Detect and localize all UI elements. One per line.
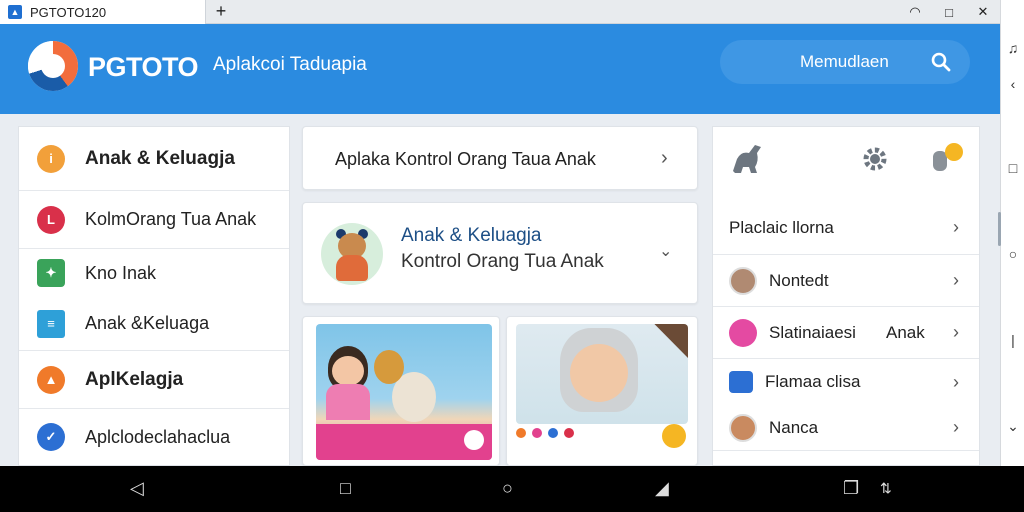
chevron-right-icon: › bbox=[953, 322, 959, 342]
right-item-label: Slatinaiaesi bbox=[769, 322, 856, 342]
left-menu-label: Kno Inak bbox=[85, 262, 157, 283]
divider-icon: | bbox=[1011, 332, 1015, 348]
tab-title: PGTOTO120 bbox=[30, 4, 107, 20]
right-list-item[interactable]: Placlaic llorna › bbox=[713, 201, 979, 255]
header-subtitle: Aplakcoi Taduapia bbox=[213, 54, 367, 75]
back-chevron-icon[interactable]: ‹ bbox=[1001, 76, 1024, 92]
flower-icon bbox=[729, 318, 757, 347]
image-icon bbox=[729, 371, 753, 393]
chevron-right-icon: › bbox=[953, 217, 959, 237]
left-menu-label: KolmOrang Tua Anak bbox=[85, 209, 257, 229]
system-nav-bar: ◁ □ ○ ◢ ❐ ⇅ bbox=[0, 466, 1024, 512]
right-item-label: Nontedt bbox=[769, 270, 829, 290]
app-favicon-icon: ▲ bbox=[8, 5, 22, 19]
search-bar[interactable]: Memudlaen bbox=[720, 40, 970, 84]
teddy-bear-avatar bbox=[321, 223, 383, 285]
right-item-label: Flamaa clisa bbox=[765, 372, 861, 391]
parental-control-card[interactable]: Aplaka Kontrol Orang Taua Anak › bbox=[302, 126, 698, 190]
chevron-right-icon: › bbox=[953, 417, 959, 437]
left-menu-item[interactable]: ✦ Kno Inak bbox=[19, 249, 289, 297]
new-tab-button[interactable]: + bbox=[212, 0, 230, 24]
info-icon: i bbox=[37, 144, 65, 173]
feature-card[interactable]: Anak & Keluagja Kontrol Orang Tua Anak ⌄ bbox=[302, 202, 698, 304]
left-menu-label: Anak & Keluagja bbox=[85, 147, 235, 169]
right-item-extra: Anak bbox=[886, 322, 925, 342]
chevron-down-icon[interactable]: ⌄ bbox=[659, 241, 672, 261]
left-menu: i Anak & Keluagja L KolmOrang Tua Anak ✦… bbox=[18, 126, 290, 466]
cat-icon: ▲ bbox=[37, 365, 65, 394]
browser-tab[interactable]: ▲ PGTOTO120 bbox=[0, 0, 206, 24]
left-menu-item[interactable]: i Anak & Keluagja bbox=[19, 127, 289, 191]
right-list-item[interactable]: Flamaa clisa › bbox=[713, 359, 979, 405]
chevron-right-icon: › bbox=[953, 371, 959, 392]
left-menu-item[interactable]: ▲ AplKelagja bbox=[19, 351, 289, 409]
brand-name: PGTOTO bbox=[88, 52, 199, 82]
wifi-icon: ◠ bbox=[909, 4, 921, 19]
right-list-item[interactable]: Slatinaiaesi Anak › bbox=[713, 307, 979, 359]
brand-logo[interactable] bbox=[28, 41, 78, 91]
baby-photo-image[interactable] bbox=[516, 324, 688, 424]
maximize-button[interactable]: □ bbox=[932, 5, 966, 20]
right-item-label: Placlaic llorna bbox=[729, 217, 834, 237]
right-list-item[interactable]: Nanca › bbox=[713, 405, 979, 451]
circle-icon[interactable]: ○ bbox=[1001, 246, 1024, 262]
left-menu-label: Aplclodeclahaclua bbox=[85, 426, 231, 447]
left-menu-item[interactable]: ≡ Anak &Keluaga bbox=[19, 297, 289, 351]
overview-icon[interactable]: ❐ bbox=[843, 478, 859, 498]
emoji-icon[interactable] bbox=[662, 424, 686, 448]
person-avatar bbox=[729, 266, 757, 295]
list-icon: ≡ bbox=[37, 309, 65, 338]
rotate-icon[interactable]: ⇅ bbox=[880, 478, 892, 498]
chevron-down-icon[interactable]: ⌄ bbox=[1001, 418, 1024, 435]
search-icon[interactable] bbox=[931, 52, 951, 72]
left-menu-label: Anak &Keluaga bbox=[85, 313, 210, 333]
chevron-right-icon: › bbox=[661, 147, 668, 169]
accessibility-icon[interactable]: ♫ bbox=[1001, 40, 1024, 56]
left-menu-item[interactable]: ✓ Aplclodeclahaclua bbox=[19, 409, 289, 465]
scrollbar[interactable] bbox=[998, 212, 1001, 246]
kids-playing-image[interactable] bbox=[316, 324, 492, 460]
app-header: PGTOTO Aplakcoi Taduapia Memudlaen bbox=[0, 24, 1000, 114]
mic-icon[interactable] bbox=[931, 143, 963, 173]
clock-icon: L bbox=[37, 205, 65, 234]
child-avatar bbox=[729, 413, 757, 442]
left-menu-label: AplKelagja bbox=[85, 368, 184, 390]
window-titlebar: ▲ PGTOTO120 + ◠ □ ✕ bbox=[0, 0, 1000, 24]
puzzle-icon: ✦ bbox=[37, 259, 65, 287]
dinosaur-icon[interactable] bbox=[729, 141, 765, 175]
feature-title: Anak & Keluagja bbox=[401, 225, 542, 246]
close-button[interactable]: ✕ bbox=[966, 4, 1000, 20]
location-icon: ✓ bbox=[37, 423, 65, 451]
right-item-label: Nanca bbox=[769, 417, 819, 437]
side-nav-rail: ♫ ‹ □ ○ | ⌄ bbox=[998, 0, 1024, 466]
square-icon[interactable]: □ bbox=[1001, 160, 1024, 176]
right-list-item[interactable]: Nontedt › bbox=[713, 255, 979, 307]
right-panel: Placlaic llorna › Nontedt › Slatinaiaesi… bbox=[712, 126, 980, 466]
left-menu-item[interactable]: L KolmOrang Tua Anak bbox=[19, 191, 289, 249]
home-square-icon[interactable]: □ bbox=[340, 478, 351, 498]
recents-icon[interactable]: ◢ bbox=[655, 478, 669, 498]
back-icon[interactable]: ◁ bbox=[130, 478, 144, 498]
feature-subtitle: Kontrol Orang Tua Anak bbox=[401, 251, 604, 272]
gear-icon[interactable] bbox=[861, 145, 889, 173]
chevron-right-icon: › bbox=[953, 270, 959, 290]
card-title: Aplaka Kontrol Orang Taua Anak bbox=[335, 149, 596, 169]
search-label: Memudlaen bbox=[800, 52, 889, 71]
home-circle-icon[interactable]: ○ bbox=[502, 478, 513, 498]
